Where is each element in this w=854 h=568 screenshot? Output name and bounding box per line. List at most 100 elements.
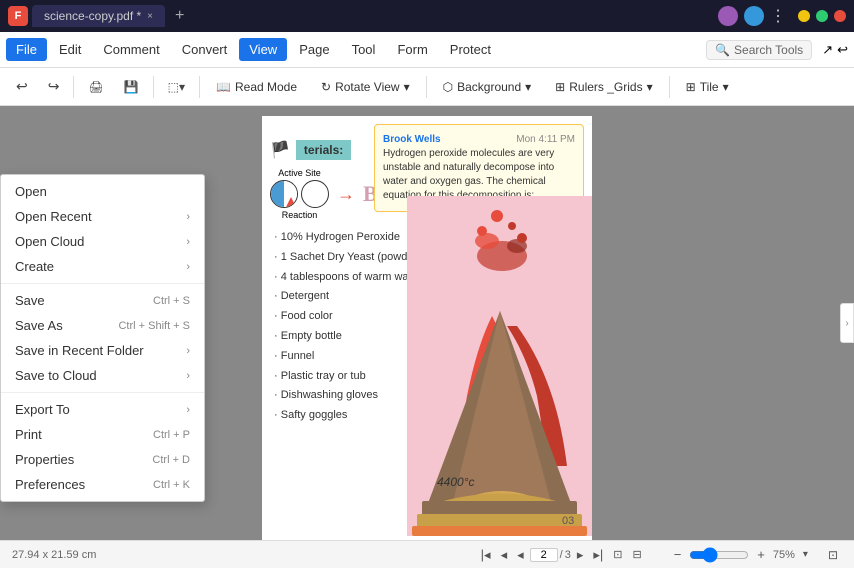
zoom-out-button[interactable]: − (670, 545, 686, 564)
total-pages: 3 (565, 549, 571, 561)
flag-icon: 🏴 (270, 140, 290, 160)
user-icon (718, 6, 738, 26)
reaction-label: Reaction (282, 210, 318, 220)
chevron-down-icon: ▾ (404, 80, 410, 94)
undo-button[interactable]: ↩ (8, 74, 36, 99)
rulers-icon: ⊞ (555, 80, 565, 94)
zoom-dropdown-button[interactable]: ▾ (799, 547, 812, 562)
menu-print[interactable]: Print Ctrl + P (1, 422, 204, 447)
annotation-text: Hydrogen peroxide molecules are very uns… (383, 148, 554, 201)
prev-page-button[interactable]: ◂ (497, 545, 512, 565)
main-area: Brook Wells Mon 4:11 PM Hydrogen peroxid… (0, 106, 854, 540)
reaction-arrow: → (337, 184, 355, 205)
app-icon: F (8, 6, 28, 26)
annotation-time: Mon 4:11 PM (516, 133, 575, 147)
reaction-circle-left (270, 180, 298, 208)
search-tools-label: Search Tools (734, 43, 803, 57)
minimize-button[interactable] (798, 10, 810, 22)
extension-icon (744, 6, 764, 26)
rotate-icon: ↻ (321, 80, 331, 94)
menu-item-file[interactable]: File (6, 38, 47, 61)
menu-open[interactable]: Open (1, 179, 204, 204)
right-panel-collapse[interactable]: › (840, 303, 854, 343)
submenu-arrow: › (186, 236, 190, 248)
tile-icon: ⊞ (686, 80, 696, 94)
svg-text:4400°c: 4400°c (437, 475, 475, 489)
zoom-in-button[interactable]: + (753, 545, 769, 564)
select-tool[interactable]: ⬚▾ (160, 76, 193, 98)
svg-text:03: 03 (562, 515, 574, 527)
menu-item-page[interactable]: Page (289, 38, 339, 61)
menu-save-as[interactable]: Save As Ctrl + Shift + S (1, 313, 204, 338)
back-button[interactable]: ◂ (513, 545, 528, 565)
menu-item-tool[interactable]: Tool (342, 38, 386, 61)
tab[interactable]: science-copy.pdf * × (32, 5, 165, 27)
menu-save-recent-folder[interactable]: Save in Recent Folder › (1, 338, 204, 363)
next-page-button[interactable]: ▸ (573, 545, 588, 565)
menu-open-recent[interactable]: Open Recent › (1, 204, 204, 229)
current-page-input[interactable] (530, 548, 558, 562)
chevron-down-icon2: ▾ (525, 80, 531, 94)
submenu-arrow: › (186, 404, 190, 416)
chevron-down-icon3: ▾ (647, 80, 653, 94)
fit-width-button[interactable]: ⊟ (628, 546, 645, 563)
toolbar: ↩ ↪ 🖨 💾 ⬚▾ 📖 Read Mode ↻ Rotate View ▾ ⬡… (0, 68, 854, 106)
menu-item-view[interactable]: View (239, 38, 287, 61)
menu-item-edit[interactable]: Edit (49, 38, 91, 61)
menu-open-cloud[interactable]: Open Cloud › (1, 229, 204, 254)
submenu-arrow: › (186, 345, 190, 357)
menu-item-comment[interactable]: Comment (93, 38, 169, 61)
zoom-slider[interactable] (689, 547, 749, 563)
menu-section-open: Open Open Recent › Open Cloud › Create › (1, 175, 204, 283)
volcano-svg: 4400°c 03 (407, 196, 592, 536)
menu-export-to[interactable]: Export To › (1, 397, 204, 422)
chevron-down-icon4: ▾ (723, 80, 729, 94)
menu-create[interactable]: Create › (1, 254, 204, 279)
maximize-button[interactable] (816, 10, 828, 22)
tab-close-icon[interactable]: × (147, 11, 153, 22)
menu-save-cloud[interactable]: Save to Cloud › (1, 363, 204, 388)
menu-properties[interactable]: Properties Ctrl + D (1, 447, 204, 472)
menu-section-export: Export To › Print Ctrl + P Properties Ct… (1, 392, 204, 501)
share-icon[interactable]: ↗ (822, 42, 833, 58)
search-tools[interactable]: 🔍 Search Tools (706, 40, 812, 60)
redo-button[interactable]: ↪ (40, 74, 68, 99)
title-bar: F science-copy.pdf * × + ⋮ (0, 0, 854, 32)
background-button[interactable]: ⬡ Background ▾ (433, 76, 542, 98)
submenu-arrow: › (186, 261, 190, 273)
menu-icon[interactable]: ⋮ (770, 6, 786, 26)
menu-save[interactable]: Save Ctrl + S (1, 288, 204, 313)
last-page-button[interactable]: ▸| (589, 545, 607, 565)
menu-preferences[interactable]: Preferences Ctrl + K (1, 472, 204, 497)
read-mode-button[interactable]: 📖 Read Mode (206, 76, 307, 98)
page-separator: / (560, 549, 563, 561)
tab-title: science-copy.pdf * (44, 9, 141, 23)
annotation-author: Brook Wells (383, 134, 441, 145)
pdf-page: Brook Wells Mon 4:11 PM Hydrogen peroxid… (262, 116, 592, 540)
print-button[interactable]: 🖨 (80, 76, 111, 98)
menu-item-protect[interactable]: Protect (440, 38, 501, 61)
file-menu-dropdown: Open Open Recent › Open Cloud › Create ›… (0, 174, 205, 502)
close-button[interactable] (834, 10, 846, 22)
materials-heading: terials: (296, 140, 351, 160)
zoom-level: 75% (773, 549, 795, 561)
volcano-image: 4400°c 03 (407, 196, 592, 536)
reaction-circle-right (301, 180, 329, 208)
save-button[interactable]: 💾 (116, 76, 147, 98)
search-icon: 🔍 (715, 43, 730, 57)
submenu-arrow: › (186, 211, 190, 223)
menu-item-form[interactable]: Form (387, 38, 437, 61)
menu-section-save: Save Ctrl + S Save As Ctrl + Shift + S S… (1, 283, 204, 392)
menu-item-convert[interactable]: Convert (172, 38, 238, 61)
rulers-grids-button[interactable]: ⊞ Rulers _Grids ▾ (545, 76, 662, 98)
fit-page-button[interactable]: ⊡ (609, 546, 626, 563)
full-screen-button[interactable]: ⊡ (824, 546, 842, 564)
tile-button[interactable]: ⊞ Tile ▾ (676, 76, 739, 98)
first-page-button[interactable]: |◂ (477, 545, 495, 565)
new-tab-button[interactable]: + (169, 7, 190, 25)
submenu-arrow: › (186, 370, 190, 382)
menu-bar: File Edit Comment Convert View Page Tool… (0, 32, 854, 68)
status-bar: 27.94 x 21.59 cm |◂ ◂ ◂ / 3 ▸ ▸| ⊡ ⊟ − +… (0, 540, 854, 568)
help-icon[interactable]: ↩ (837, 42, 848, 58)
rotate-view-button[interactable]: ↻ Rotate View ▾ (311, 76, 420, 98)
